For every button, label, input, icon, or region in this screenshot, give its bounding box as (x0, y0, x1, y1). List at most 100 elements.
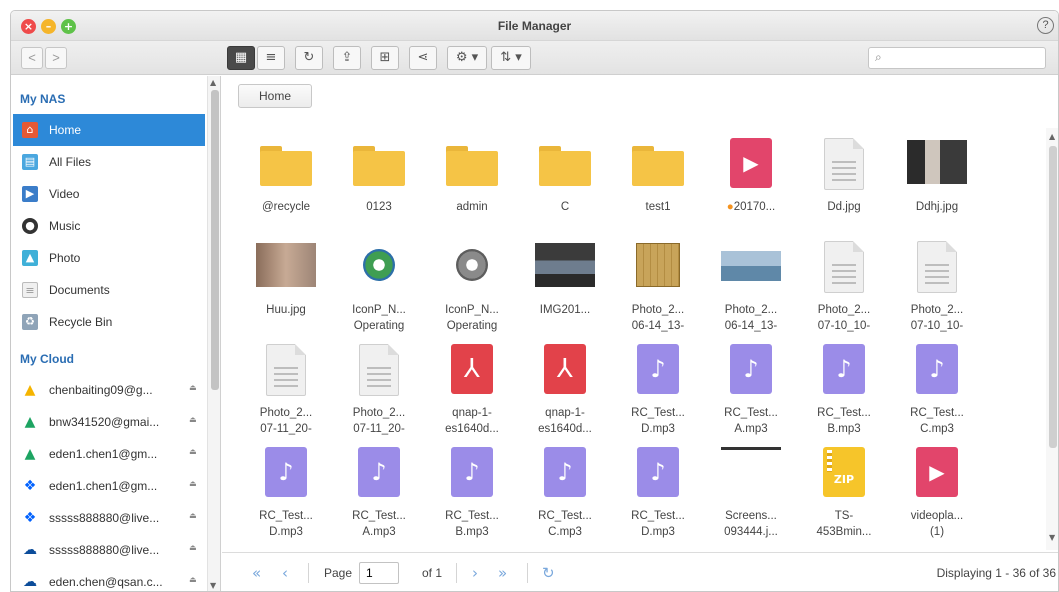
file-name-line2: Operating (353, 320, 405, 332)
scroll-up-icon[interactable]: ▲ (210, 78, 216, 87)
sidebar-item-cloud-account[interactable]: ☁ eden.chen@qsan.c... ⏏ (13, 566, 205, 591)
eject-icon[interactable]: ⏏ (189, 383, 197, 392)
file-name-line1: 20170... (733, 201, 776, 213)
new-folder-icon[interactable]: ⊞ (371, 46, 399, 70)
sort-icon[interactable]: ⇅ ▾ (491, 46, 531, 70)
scroll-up-icon[interactable]: ▲ (1049, 132, 1055, 141)
sidebar-item-label: bnw341520@gmai... (49, 415, 160, 429)
file-item[interactable]: Dd.jpg (798, 128, 890, 228)
sidebar-item-cloud-account[interactable]: ❖ eden1.chen1@gm... ⏏ (13, 470, 205, 502)
main-scrollbar[interactable]: ▲ ▼ (1046, 128, 1058, 550)
file-item[interactable]: admin (426, 128, 518, 228)
sidebar-item-cloud-account[interactable]: ❖ sssss888880@live... ⏏ (13, 502, 205, 534)
file-item[interactable]: Huu.jpg (240, 231, 332, 331)
help-icon[interactable]: ? (1037, 17, 1054, 34)
file-item[interactable]: Photo_2... 07-10_10- (891, 231, 983, 332)
file-item[interactable]: Photo_2... 06-14_13- (612, 231, 704, 332)
file-item[interactable]: ♪ RC_Test... B.mp3 (426, 437, 518, 538)
scroll-down-icon[interactable]: ▼ (1049, 533, 1055, 542)
back-button[interactable]: < (21, 47, 43, 69)
sidebar-item-cloud-account[interactable]: ▲ chenbaiting09@g... ⏏ (13, 374, 205, 406)
file-item[interactable]: ▶ videopla... (1) (891, 437, 983, 538)
file-item[interactable]: ♪ RC_Test... D.mp3 (240, 437, 332, 538)
sidebar-item-photo[interactable]: ▲ Photo (13, 242, 205, 274)
sidebar-item-label: sssss888880@live... (49, 543, 160, 557)
file-thumbnail (442, 136, 502, 192)
file-name: @recycle (240, 199, 332, 215)
last-page-icon[interactable]: » (498, 564, 507, 582)
sidebar-scrollbar[interactable]: ▲ ▼ (207, 76, 220, 591)
sidebar-item-recycle-bin[interactable]: ♻ Recycle Bin (13, 306, 205, 338)
file-thumbnail: ♪ (442, 445, 502, 501)
file-item[interactable]: ♪ RC_Test... A.mp3 (705, 334, 797, 435)
list-view-icon[interactable]: ≡ (257, 46, 285, 70)
search-input[interactable] (891, 50, 1041, 66)
breadcrumb-home[interactable]: Home (238, 84, 312, 108)
file-item[interactable]: ♪ RC_Test... D.mp3 (612, 437, 704, 538)
file-item[interactable]: Photo_2... 06-14_13- (705, 231, 797, 332)
sidebar-item-documents[interactable]: ≡ Documents (13, 274, 205, 306)
sidebar-item-cloud-account[interactable]: ▲ bnw341520@gmai... ⏏ (13, 406, 205, 438)
thumbnail-view-icon[interactable]: ▦ (227, 46, 255, 70)
sidebar-item-all-files[interactable]: ▤ All Files (13, 146, 205, 178)
file-name-line2: 07-11_20- (353, 423, 405, 435)
page-number-input[interactable] (359, 562, 399, 584)
sidebar-item-cloud-account[interactable]: ☁ sssss888880@live... ⏏ (13, 534, 205, 566)
refresh-icon[interactable]: ↻ (542, 564, 555, 582)
file-item[interactable]: 0123 (333, 128, 425, 228)
file-item[interactable]: ⅄ qnap-1- es1640d... (519, 334, 611, 437)
file-item[interactable]: Ddhj.jpg (891, 128, 983, 228)
file-item[interactable]: Screens... 093444.j... (705, 437, 797, 538)
file-item[interactable]: Photo_2... 07-11_20- (240, 334, 332, 435)
file-item[interactable]: Photo_2... 07-11_20- (333, 334, 425, 435)
file-thumbnail: ♪ (628, 342, 688, 398)
eject-icon[interactable]: ⏏ (189, 575, 197, 584)
eject-icon[interactable]: ⏏ (189, 447, 197, 456)
file-item[interactable]: ♪ RC_Test... B.mp3 (798, 334, 890, 435)
file-name: qnap-1- es1640d... (519, 405, 611, 437)
previous-page-icon[interactable]: ‹ (282, 564, 288, 582)
eject-icon[interactable]: ⏏ (189, 543, 197, 552)
file-name-line2: 06-14_13- (724, 320, 778, 332)
sidebar-item-cloud-account[interactable]: ▲ eden1.chen1@gm... ⏏ (13, 438, 205, 470)
forward-button[interactable]: > (45, 47, 67, 69)
sidebar-item-home[interactable]: ⌂ Home (13, 114, 205, 146)
my-cloud-heading: My Cloud (20, 352, 74, 366)
sidebar-scroll-thumb[interactable] (211, 90, 219, 390)
file-item[interactable]: ♪ RC_Test... C.mp3 (519, 437, 611, 538)
settings-gear-icon[interactable]: ⚙ ▾ (447, 46, 487, 70)
file-name-line1: RC_Test... (538, 510, 592, 522)
eject-icon[interactable]: ⏏ (189, 511, 197, 520)
share-icon[interactable]: ⋖ (409, 46, 437, 70)
file-name-line1: Photo_2... (259, 407, 313, 419)
eject-icon[interactable]: ⏏ (189, 415, 197, 424)
file-name-line1: 0123 (366, 201, 392, 213)
sidebar-item-video[interactable]: ▶ Video (13, 178, 205, 210)
file-item[interactable]: ♪ RC_Test... D.mp3 (612, 334, 704, 435)
main-scroll-thumb[interactable] (1049, 146, 1057, 448)
file-item[interactable]: ♪ RC_Test... C.mp3 (891, 334, 983, 435)
file-item[interactable]: ♪ RC_Test... A.mp3 (333, 437, 425, 538)
file-thumbnail (721, 445, 781, 501)
file-item[interactable]: IMG201... (519, 231, 611, 331)
file-name-line2: B.mp3 (455, 526, 489, 538)
first-page-icon[interactable]: « (252, 564, 261, 582)
file-item[interactable]: ⅄ qnap-1- es1640d... (426, 334, 518, 435)
search-box[interactable]: ⌕ (868, 47, 1046, 69)
search-icon: ⌕ (875, 50, 882, 64)
file-item[interactable]: C (519, 128, 611, 228)
sidebar-item-music[interactable]: ● Music (13, 210, 205, 242)
file-item[interactable]: test1 (612, 128, 704, 228)
file-item[interactable]: ▶ ●20170... (705, 128, 797, 228)
refresh-icon[interactable]: ↻ (295, 46, 323, 70)
file-item[interactable]: ZIP TS- 453Bmin... (798, 437, 890, 538)
file-item[interactable]: @recycle (240, 128, 332, 228)
file-item[interactable]: Photo_2... 07-10_10- (798, 231, 890, 332)
upload-icon[interactable]: ⇪ (333, 46, 361, 70)
eject-icon[interactable]: ⏏ (189, 479, 197, 488)
file-item[interactable]: IconP_N... Operating (426, 231, 518, 332)
scroll-down-icon[interactable]: ▼ (210, 581, 216, 590)
file-item[interactable]: IconP_N... Operating (333, 231, 425, 332)
next-page-icon[interactable]: › (472, 564, 478, 582)
file-thumbnail: ♪ (349, 445, 409, 501)
